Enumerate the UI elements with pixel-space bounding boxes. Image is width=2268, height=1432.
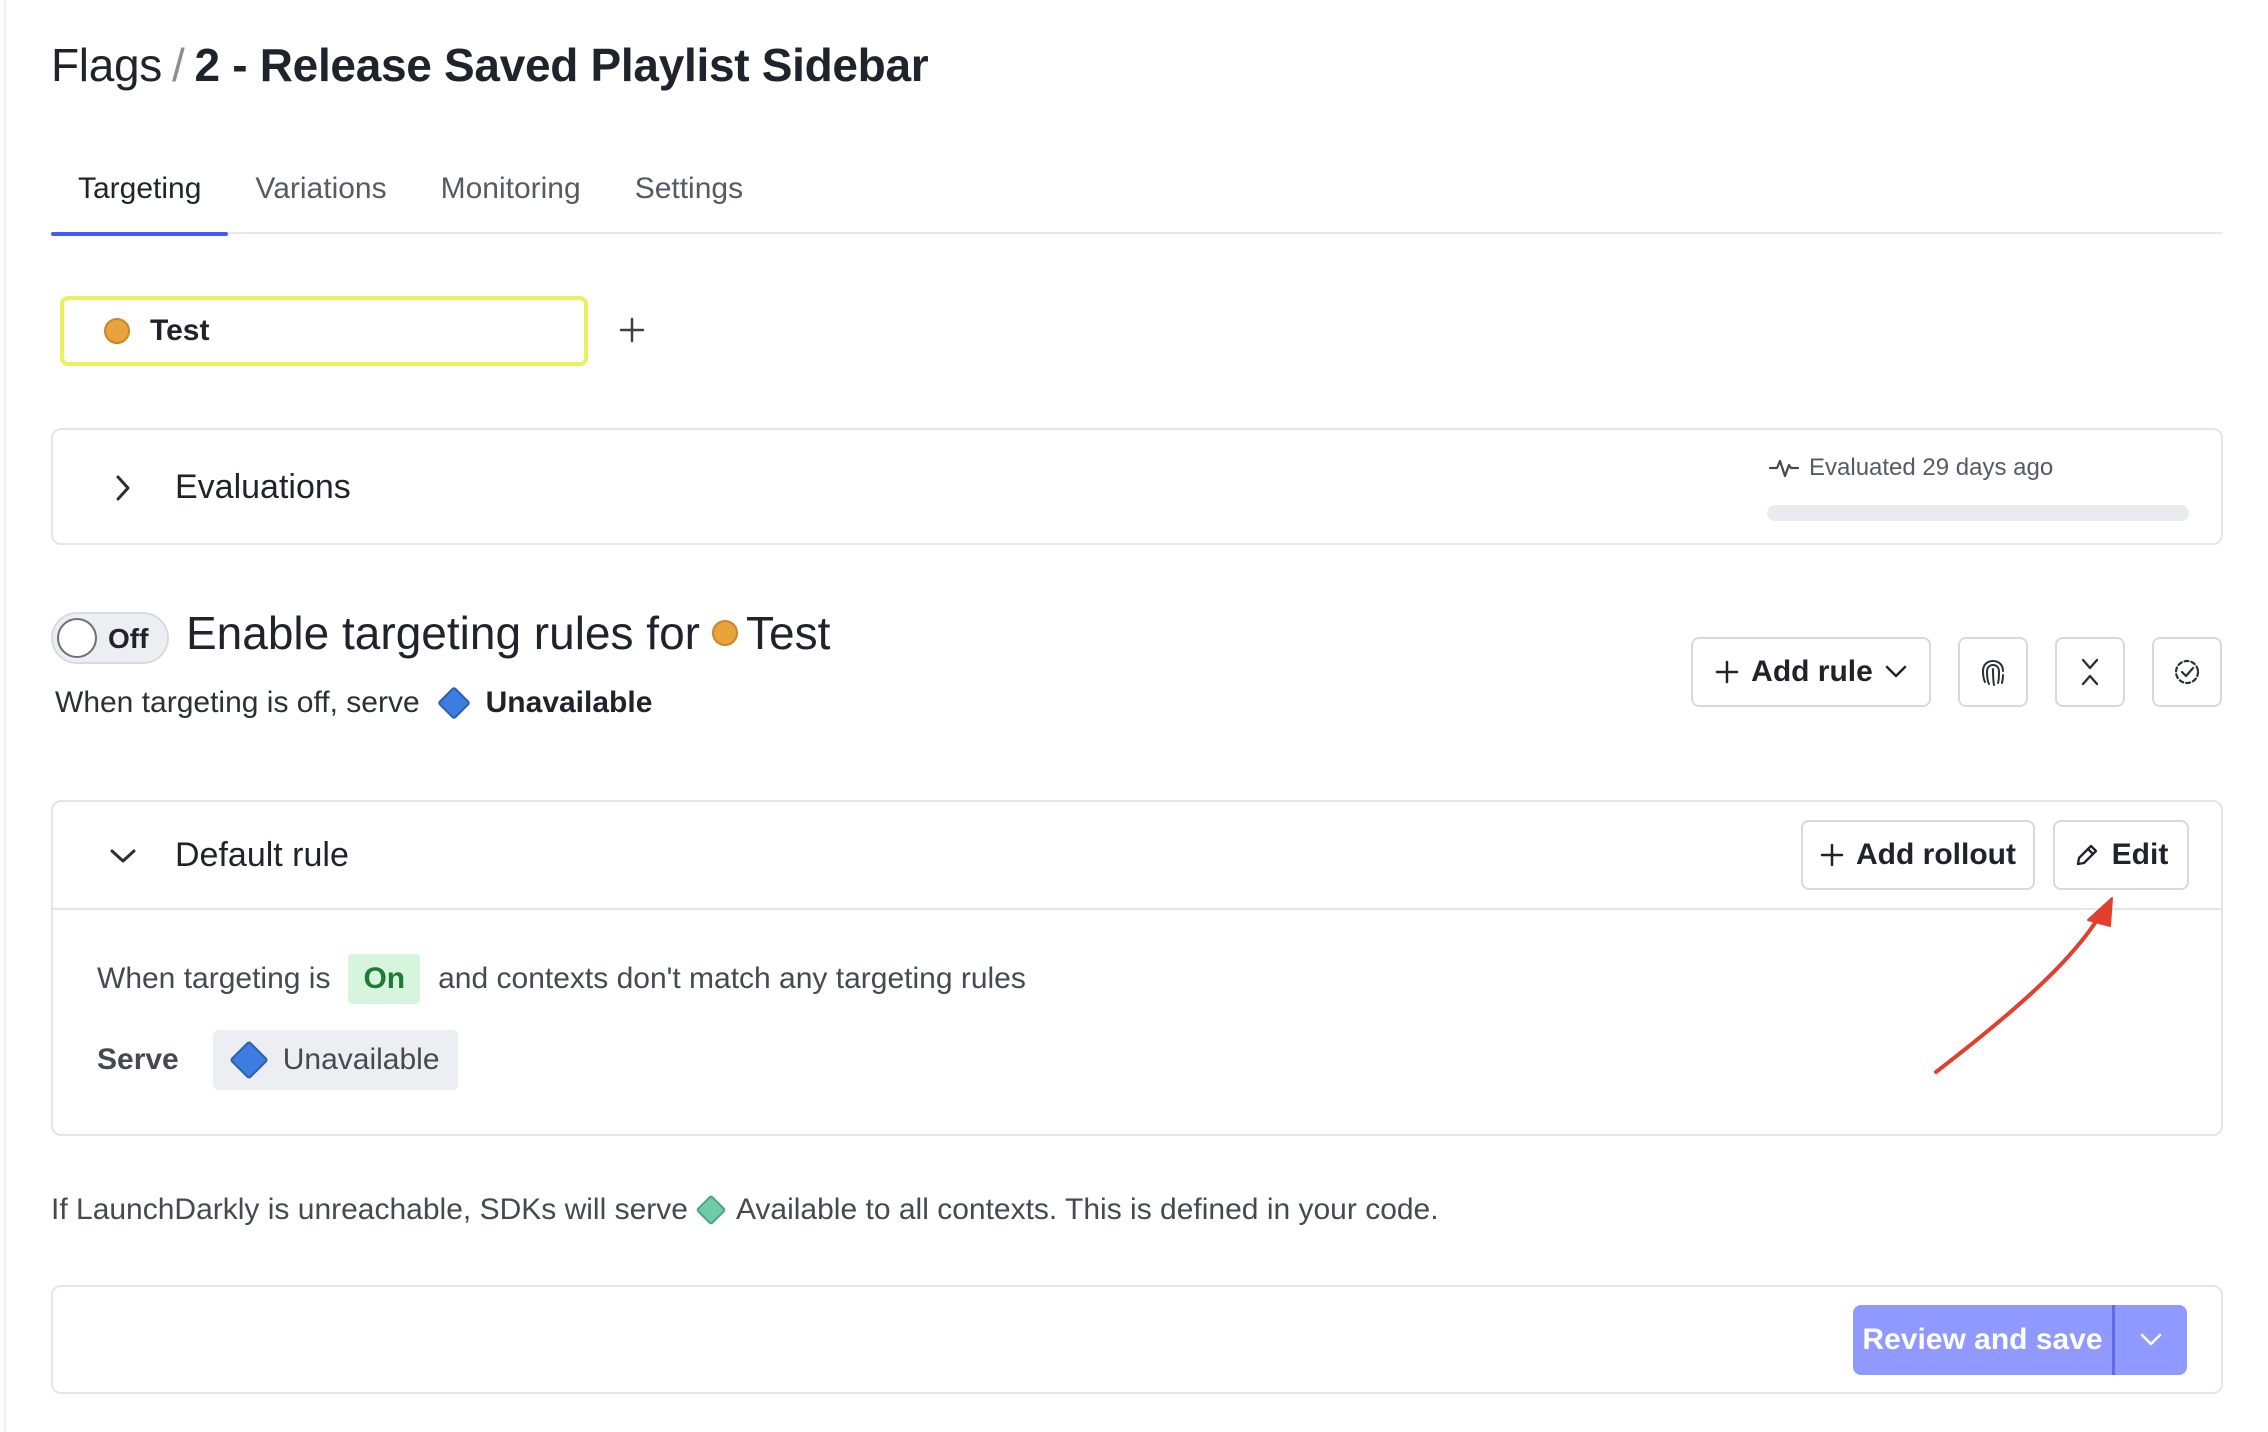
add-rollout-button[interactable]: Add rollout bbox=[1801, 820, 2035, 890]
tab-settings[interactable]: Settings bbox=[608, 160, 770, 234]
pencil-icon bbox=[2076, 844, 2097, 866]
fallback-suffix: Available to all contexts. This is defin… bbox=[735, 1193, 1439, 1226]
evaluations-sparkline-placeholder bbox=[1767, 505, 2189, 521]
default-rule-serve: Serve Unavailable bbox=[97, 1030, 458, 1090]
serve-variation-chip: Unavailable bbox=[212, 1030, 458, 1090]
fallback-prefix: If LaunchDarkly is unreachable, SDKs wil… bbox=[51, 1193, 688, 1226]
chevron-down-icon[interactable] bbox=[2115, 1305, 2187, 1375]
serve-label: Serve bbox=[97, 1043, 179, 1076]
edit-button[interactable]: Edit bbox=[2053, 820, 2189, 890]
tab-bar: Targeting Variations Monitoring Settings bbox=[51, 160, 2223, 236]
fingerprint-icon[interactable] bbox=[1958, 637, 2028, 707]
off-variation-name: Unavailable bbox=[485, 686, 653, 719]
environment-color-dot bbox=[104, 318, 130, 344]
add-rule-button[interactable]: Add rule bbox=[1691, 637, 1931, 707]
tab-variations[interactable]: Variations bbox=[228, 160, 413, 234]
environment-name: Test bbox=[150, 314, 210, 347]
serve-variation-name: Unavailable bbox=[282, 1043, 440, 1076]
chevron-down-icon[interactable] bbox=[103, 836, 143, 876]
breadcrumb-flags[interactable]: Flags bbox=[51, 39, 162, 91]
plus-icon bbox=[1715, 660, 1739, 684]
variation-diamond-icon bbox=[695, 1194, 727, 1226]
variation-diamond-icon bbox=[228, 1040, 269, 1080]
add-rollout-label: Add rollout bbox=[1856, 838, 2016, 871]
evaluations-title[interactable]: Evaluations bbox=[175, 468, 351, 507]
default-rule-header: Default rule Add rollout Edit bbox=[53, 802, 2221, 910]
targeting-heading-prefix: Enable targeting rules for bbox=[186, 607, 700, 659]
breadcrumb-separator: / bbox=[172, 39, 185, 91]
default-rule-title: Default rule bbox=[175, 836, 349, 874]
toggle-label: Off bbox=[108, 623, 149, 654]
add-rule-label: Add rule bbox=[1751, 655, 1873, 688]
review-and-save-label[interactable]: Review and save bbox=[1853, 1305, 2115, 1375]
collapse-all-icon[interactable] bbox=[2055, 637, 2125, 707]
when-prefix: When targeting is bbox=[97, 962, 331, 995]
off-variation-summary: When targeting is off, serve Unavailable bbox=[55, 686, 652, 720]
fallback-notice: If LaunchDarkly is unreachable, SDKs wil… bbox=[51, 1193, 1439, 1227]
variation-diamond-icon bbox=[436, 686, 471, 720]
tab-targeting[interactable]: Targeting bbox=[51, 160, 229, 236]
activity-icon bbox=[1769, 459, 1799, 478]
tab-monitoring[interactable]: Monitoring bbox=[414, 160, 608, 234]
chevron-right-icon[interactable] bbox=[103, 468, 143, 508]
off-serve-text: When targeting is off, serve bbox=[55, 686, 420, 719]
review-and-save-button[interactable]: Review and save bbox=[1853, 1305, 2187, 1375]
plus-icon[interactable] bbox=[614, 306, 650, 354]
chevron-down-icon bbox=[1885, 665, 1907, 678]
status-badge: On bbox=[348, 954, 421, 1004]
default-rule-condition: When targeting is On and contexts don't … bbox=[97, 954, 1026, 1004]
evaluations-timestamp: Evaluated 29 days ago bbox=[1809, 454, 2054, 481]
flag-name: 2 - Release Saved Playlist Sidebar bbox=[194, 39, 929, 91]
targeting-toggle[interactable]: Off bbox=[51, 612, 169, 664]
page-left-border bbox=[0, 0, 6, 1432]
check-circle-icon[interactable] bbox=[2152, 637, 2222, 707]
edit-label: Edit bbox=[2111, 838, 2169, 871]
evaluations-meta: Evaluated 29 days ago bbox=[1769, 454, 2053, 482]
environment-selector[interactable]: Test bbox=[60, 296, 588, 366]
environment-color-dot bbox=[711, 620, 738, 646]
targeting-heading: Enable targeting rules for Test bbox=[186, 606, 830, 660]
when-suffix: and contexts don't match any targeting r… bbox=[438, 962, 1026, 995]
page-title: Flags/2 - Release Saved Playlist Sidebar bbox=[51, 38, 929, 92]
targeting-heading-env: Test bbox=[745, 607, 831, 659]
toggle-knob bbox=[57, 618, 97, 658]
save-bar: Review and save bbox=[51, 1285, 2223, 1394]
evaluations-card: Evaluations Evaluated 29 days ago bbox=[51, 428, 2223, 545]
plus-icon bbox=[1820, 843, 1844, 867]
default-rule-card: Default rule Add rollout Edit When targe… bbox=[51, 800, 2223, 1136]
